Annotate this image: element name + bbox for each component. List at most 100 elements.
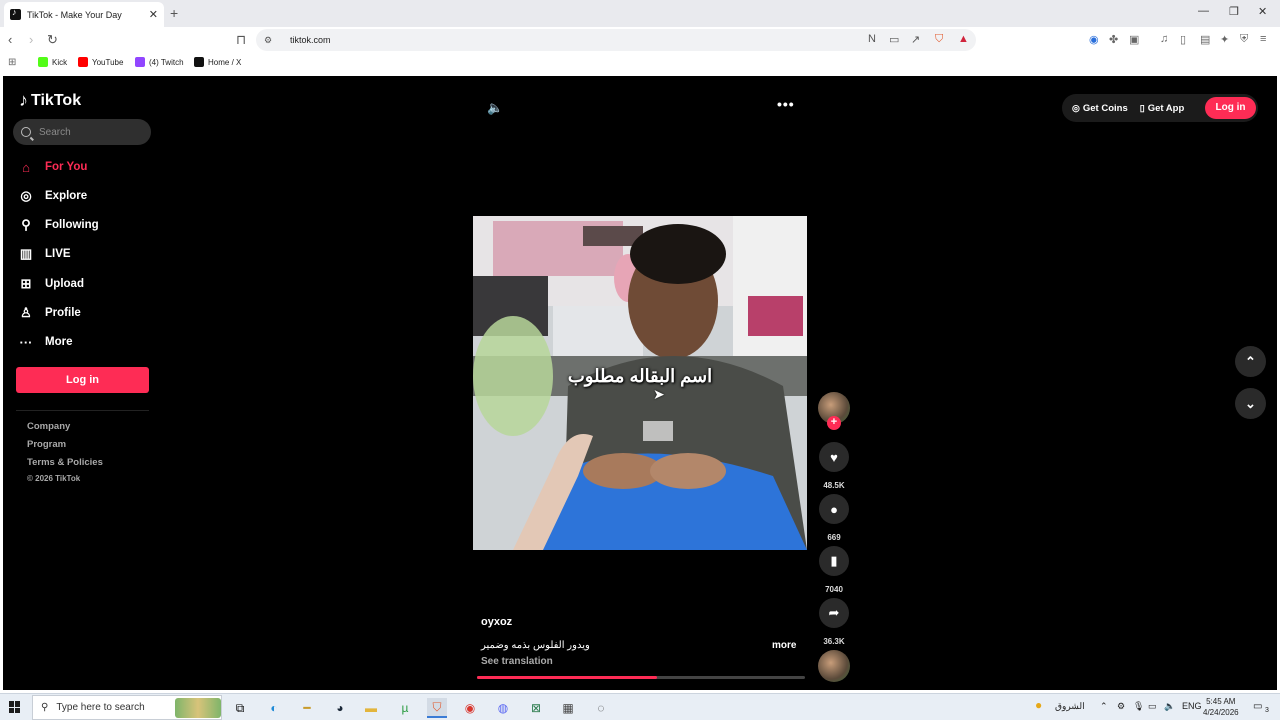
- more-description-button[interactable]: more: [772, 640, 796, 651]
- menu-icon[interactable]: ≡: [1260, 33, 1266, 45]
- profile-icon: ♙: [20, 305, 32, 320]
- tab-close-icon[interactable]: ✕: [149, 8, 158, 21]
- nav-label: More: [45, 336, 73, 348]
- video-progress-bar[interactable]: [477, 676, 805, 679]
- brave-rewards-icon[interactable]: ▲: [958, 33, 969, 45]
- new-tab-button[interactable]: +: [170, 5, 178, 21]
- save-action[interactable]: ▮ 7040: [818, 546, 850, 594]
- weather-icon[interactable]: ●: [1035, 698, 1042, 712]
- sidebar-divider: [16, 410, 149, 411]
- comment-icon[interactable]: ●: [819, 494, 849, 524]
- excel-icon[interactable]: ⊠: [526, 698, 546, 718]
- bookmark-icon[interactable]: ⊓: [236, 32, 246, 48]
- restore-button[interactable]: ❐: [1229, 5, 1239, 18]
- video-username[interactable]: oyxoz: [481, 616, 512, 628]
- wallet-icon[interactable]: ▤: [1200, 33, 1210, 46]
- discord-icon[interactable]: ◍: [493, 698, 513, 718]
- nav-label: LIVE: [45, 248, 71, 260]
- window-close-button[interactable]: ✕: [1258, 5, 1267, 18]
- speaker-icon[interactable]: 🔈: [1164, 701, 1175, 712]
- nav-live[interactable]: ▥ LIVE: [17, 244, 71, 264]
- cast-icon[interactable]: ▭: [889, 33, 899, 46]
- apps-grid-icon[interactable]: ⊞: [8, 57, 16, 68]
- tiktok-logo[interactable]: ♪ TikTok: [19, 90, 81, 111]
- app-window-icon[interactable]: ▦: [558, 698, 578, 718]
- clock-date: 4/24/2026: [1203, 708, 1239, 717]
- bookmark-x[interactable]: Home / X: [194, 57, 241, 67]
- taskbar-search-input[interactable]: ⚲ Type here to search: [32, 695, 222, 720]
- bookmark-save-icon[interactable]: ▮: [819, 546, 849, 576]
- media-icon[interactable]: ♫: [1160, 33, 1168, 45]
- leo-ai-icon[interactable]: ✦: [1220, 33, 1229, 46]
- like-action[interactable]: ♥ 48.5K: [818, 442, 850, 490]
- get-app-button[interactable]: Get App: [1148, 103, 1185, 114]
- utorrent-icon[interactable]: µ: [395, 698, 415, 718]
- task-view-icon[interactable]: ⧉: [230, 698, 250, 718]
- header-login-button[interactable]: Log in: [1205, 97, 1256, 119]
- app-circle-icon[interactable]: ◌: [591, 698, 611, 718]
- sound-avatar[interactable]: [818, 650, 850, 682]
- browser-tab[interactable]: TikTok - Make Your Day ✕: [4, 2, 164, 27]
- file-explorer-icon[interactable]: ▬: [361, 698, 381, 718]
- tray-app-icon[interactable]: ⚙: [1117, 701, 1125, 712]
- bookmark-kick[interactable]: Kick: [38, 57, 67, 67]
- video-overlay-text: اسم البقاله مطلوب: [567, 366, 713, 386]
- nav-following[interactable]: ⚲ Following: [17, 215, 98, 235]
- extensions-icon[interactable]: ✤: [1109, 33, 1118, 46]
- windows-start-icon[interactable]: [9, 701, 21, 713]
- language-indicator[interactable]: ENG: [1182, 701, 1202, 711]
- tray-chevron-icon[interactable]: ⌃: [1100, 701, 1108, 712]
- footer-link-terms[interactable]: Terms & Policies: [27, 457, 103, 468]
- notifications-icon[interactable]: ▭: [1253, 701, 1262, 712]
- translate-icon[interactable]: N: [868, 33, 876, 45]
- bookmark-youtube[interactable]: YouTube: [78, 57, 123, 67]
- forward-arrow-icon[interactable]: ›: [29, 32, 33, 47]
- footer-link-company[interactable]: Company: [27, 421, 70, 432]
- comment-action[interactable]: ● 669: [818, 494, 850, 542]
- vpn-icon[interactable]: ⛨: [1240, 33, 1248, 46]
- network-icon[interactable]: ▭: [1148, 701, 1157, 712]
- share-icon[interactable]: ↗: [911, 33, 920, 46]
- share-arrow-icon[interactable]: ➦: [819, 598, 849, 628]
- brave-icon[interactable]: ⛉: [427, 698, 447, 718]
- microphone-icon[interactable]: 🎙: [1133, 701, 1144, 712]
- nav-profile[interactable]: ♙ Profile: [17, 303, 81, 323]
- taskbar-clock[interactable]: 5:45 AM 4/24/2026: [1203, 696, 1239, 718]
- nav-upload[interactable]: ⊞ Upload: [17, 274, 84, 294]
- follow-button[interactable]: +: [827, 416, 841, 430]
- compass-icon: ◎: [20, 188, 32, 203]
- screenshot-icon[interactable]: ▣: [1129, 33, 1139, 46]
- following-icon: ⚲: [21, 217, 31, 232]
- reload-icon[interactable]: ↻: [47, 32, 58, 48]
- minimize-button[interactable]: —: [1198, 5, 1209, 17]
- bookmark-label: (4) Twitch: [149, 57, 184, 67]
- brave-shield-icon[interactable]: ⛉: [935, 33, 943, 46]
- nav-for-you[interactable]: ⌂ For You: [17, 157, 87, 177]
- nav-explore[interactable]: ◎ Explore: [17, 186, 87, 206]
- steam-icon[interactable]: ◕: [330, 698, 350, 718]
- back-arrow-icon[interactable]: ‹: [8, 32, 12, 47]
- heart-icon[interactable]: ♥: [819, 442, 849, 472]
- previous-video-button[interactable]: ⌃: [1235, 346, 1266, 377]
- app-icon[interactable]: ━: [297, 698, 317, 718]
- edge-icon[interactable]: ◐: [264, 698, 284, 718]
- see-translation-link[interactable]: See translation: [481, 656, 553, 667]
- get-coins-button[interactable]: Get Coins: [1083, 103, 1128, 114]
- copyright-text: © 2026 TikTok: [27, 474, 81, 483]
- audio-playing-icon[interactable]: ◉: [1089, 33, 1099, 46]
- chrome-icon[interactable]: ◉: [460, 698, 480, 718]
- nav-more[interactable]: ··· More: [17, 332, 73, 352]
- kick-icon: [38, 57, 48, 67]
- next-video-button[interactable]: ⌄: [1235, 388, 1266, 419]
- share-action[interactable]: ➦ 36.3K: [818, 598, 850, 646]
- site-info-icon[interactable]: ⚙: [264, 35, 276, 45]
- sidebar-login-button[interactable]: Log in: [16, 367, 149, 393]
- video-player[interactable]: اسم البقاله مطلوب ➤: [473, 216, 807, 550]
- weather-label[interactable]: الشروق: [1055, 701, 1085, 712]
- more-options-button[interactable]: •••: [777, 96, 795, 112]
- search-input[interactable]: Search: [13, 119, 151, 145]
- sidebar-toggle-icon[interactable]: ▯: [1180, 33, 1186, 46]
- volume-icon[interactable]: 🔈: [487, 100, 503, 116]
- footer-link-program[interactable]: Program: [27, 439, 66, 450]
- bookmark-twitch[interactable]: (4) Twitch: [135, 57, 184, 67]
